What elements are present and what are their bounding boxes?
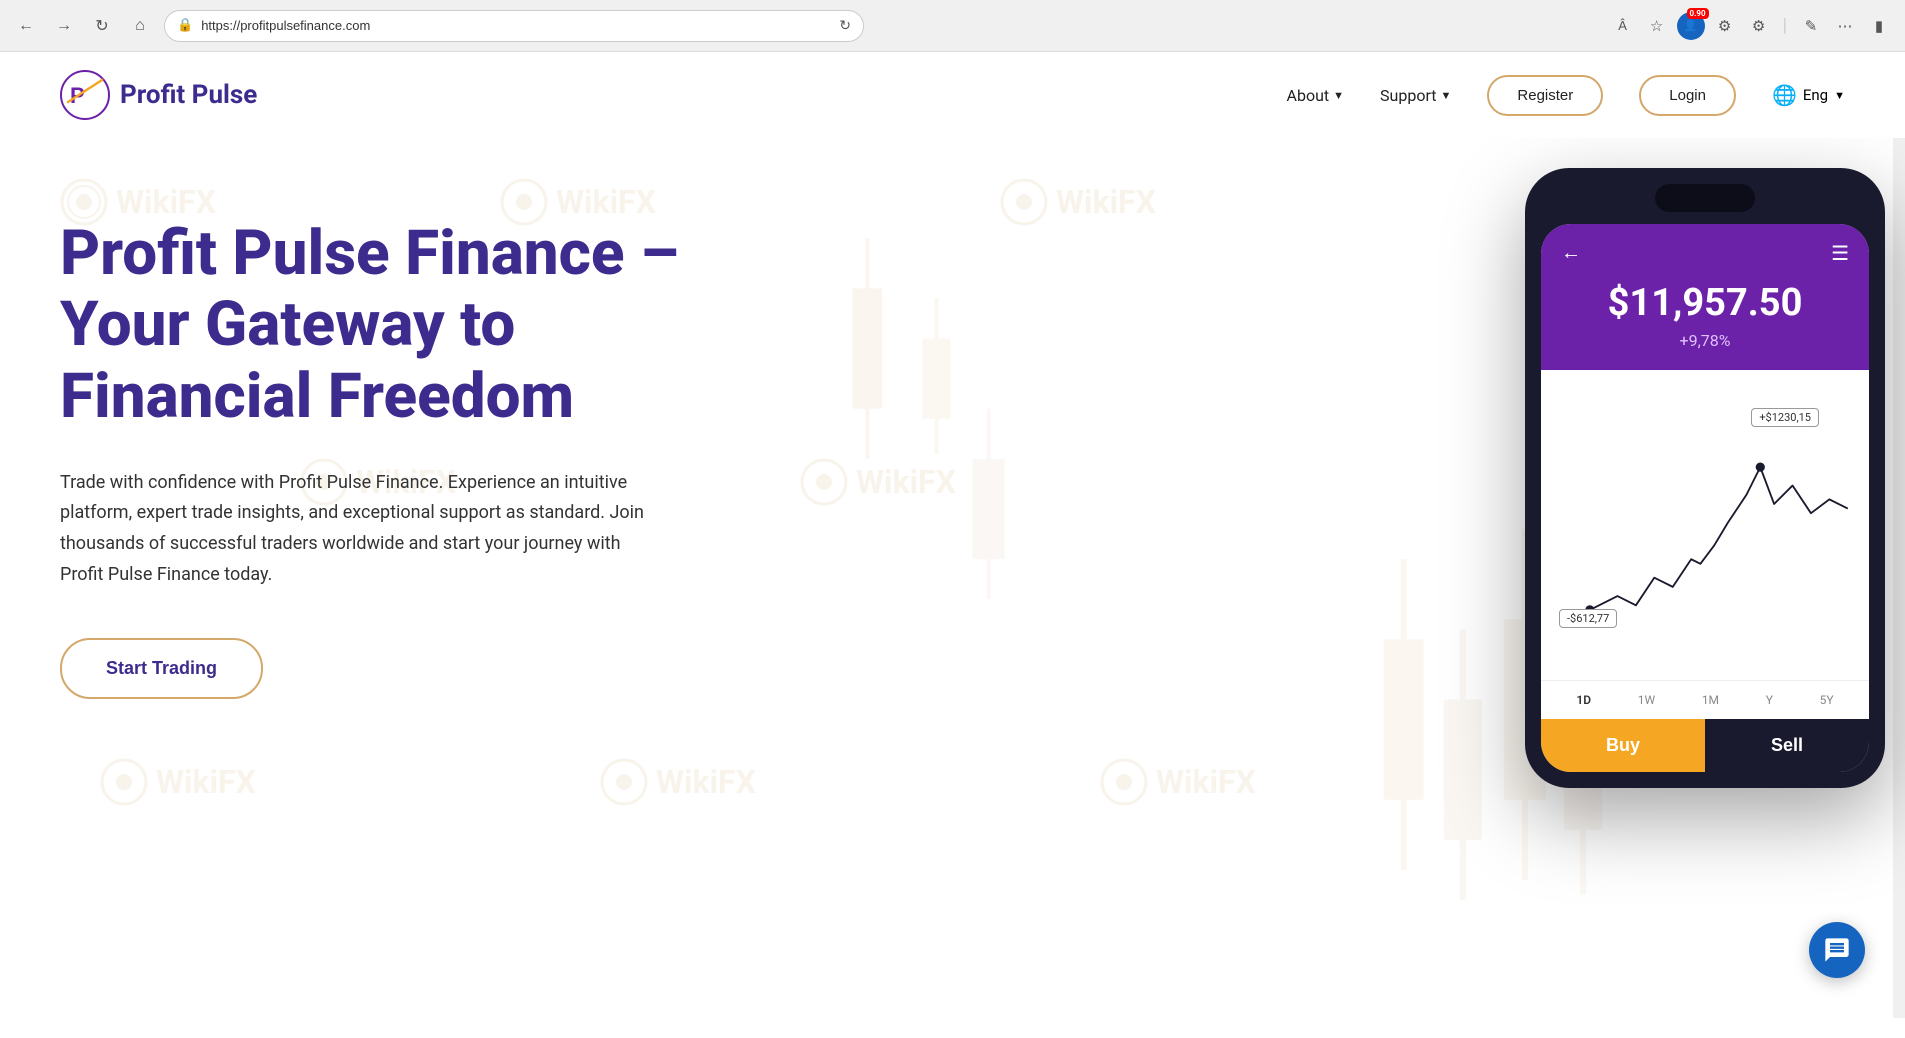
website-wrapper: P Profit Pulse About ▼ Support ▼ Registe… bbox=[0, 52, 1905, 1038]
navbar: P Profit Pulse About ▼ Support ▼ Registe… bbox=[0, 52, 1905, 138]
language-selector[interactable]: 🌐 Eng ▼ bbox=[1772, 83, 1845, 107]
phone-buy-button[interactable]: Buy bbox=[1541, 719, 1705, 772]
settings-button[interactable]: ⚙ bbox=[1745, 12, 1773, 40]
chat-widget[interactable] bbox=[1809, 922, 1865, 978]
logo-link[interactable]: P Profit Pulse bbox=[60, 70, 257, 120]
reader-mode-button[interactable]: Â bbox=[1609, 12, 1637, 40]
login-button[interactable]: Login bbox=[1639, 75, 1736, 116]
hero-description: Trade with confidence with Profit Pulse … bbox=[60, 468, 660, 590]
chart-high-dot bbox=[1756, 463, 1765, 472]
watermark-3: WikiFX bbox=[1000, 178, 1156, 226]
phone-change: +9,78% bbox=[1561, 331, 1849, 350]
watermark-5: WikiFX bbox=[800, 458, 956, 506]
language-label: Eng bbox=[1803, 86, 1828, 104]
chart-annotation-high: +$1230,15 bbox=[1751, 408, 1819, 427]
refresh-button[interactable]: ↻ bbox=[88, 12, 116, 40]
split-button[interactable]: ▮ bbox=[1865, 12, 1893, 40]
start-trading-button[interactable]: Start Trading bbox=[60, 638, 263, 699]
url-input[interactable] bbox=[201, 18, 831, 33]
browser-actions: Â ☆ 👤 0.90 ⚙ ⚙ | ✎ ⋯ ▮ bbox=[1609, 12, 1893, 40]
chart-annotation-low: -$612,77 bbox=[1559, 609, 1617, 628]
time-tab-1d[interactable]: 1D bbox=[1568, 689, 1599, 711]
address-bar[interactable]: 🔒 ↻ bbox=[164, 10, 864, 42]
watermark-7: WikiFX bbox=[600, 758, 756, 806]
profile-icon: 👤 bbox=[1684, 19, 1698, 32]
phone-sell-button[interactable]: Sell bbox=[1705, 719, 1869, 772]
support-dropdown-icon: ▼ bbox=[1441, 89, 1452, 102]
phone-back-button[interactable]: ← bbox=[1561, 240, 1581, 265]
watermark-6: WikiFX bbox=[100, 758, 256, 806]
about-label: About bbox=[1287, 86, 1330, 105]
hero-title: Profit Pulse Finance – Your Gateway to F… bbox=[60, 218, 740, 432]
phone-top-bar: ← ☰ bbox=[1561, 240, 1849, 265]
time-tab-1w[interactable]: 1W bbox=[1630, 689, 1663, 711]
about-dropdown-icon: ▼ bbox=[1333, 89, 1344, 102]
phone-header: ← ☰ $11,957.50 +9,78% bbox=[1541, 224, 1869, 370]
time-tab-1m[interactable]: 1M bbox=[1694, 689, 1727, 711]
notification-badge: 0.90 bbox=[1687, 8, 1709, 19]
home-button[interactable]: ⌂ bbox=[126, 12, 154, 40]
favorites-bar-button[interactable]: ✎ bbox=[1797, 12, 1825, 40]
phone-actions: Buy Sell bbox=[1541, 719, 1869, 772]
hero-section: WikiFX WikiFX WikiFX WikiFX WikiFX bbox=[0, 138, 1905, 1038]
separator: | bbox=[1783, 15, 1787, 36]
phone-time-tabs: 1D 1W 1M Y 5Y bbox=[1541, 680, 1869, 719]
lock-icon: 🔒 bbox=[177, 18, 193, 33]
globe-icon: 🌐 bbox=[1772, 83, 1797, 107]
browser-chrome: ← → ↻ ⌂ 🔒 ↻ Â ☆ 👤 0.90 ⚙ ⚙ | ✎ ⋯ ▮ bbox=[0, 0, 1905, 52]
phone-mockup: ← ☰ $11,957.50 +9,78% bbox=[1525, 168, 1885, 788]
about-nav-link[interactable]: About ▼ bbox=[1287, 86, 1345, 105]
support-nav-link[interactable]: Support ▼ bbox=[1380, 86, 1451, 105]
chat-icon bbox=[1823, 936, 1851, 964]
scrollbar[interactable] bbox=[1893, 52, 1905, 1018]
more-button[interactable]: ⋯ bbox=[1831, 12, 1859, 40]
reload-icon: ↻ bbox=[839, 18, 851, 34]
back-button[interactable]: ← bbox=[12, 12, 40, 40]
profile-badge[interactable]: 👤 0.90 bbox=[1677, 12, 1705, 40]
logo-text: Profit Pulse bbox=[120, 80, 257, 110]
register-button[interactable]: Register bbox=[1487, 75, 1603, 116]
extensions-button[interactable]: ⚙ bbox=[1711, 12, 1739, 40]
nav-links: About ▼ Support ▼ Register Login 🌐 Eng ▼ bbox=[1287, 75, 1845, 116]
favorites-button[interactable]: ☆ bbox=[1643, 12, 1671, 40]
time-tab-5y[interactable]: 5Y bbox=[1812, 689, 1842, 711]
forward-button[interactable]: → bbox=[50, 12, 78, 40]
phone-screen: ← ☰ $11,957.50 +9,78% bbox=[1541, 224, 1869, 772]
language-dropdown-icon: ▼ bbox=[1834, 89, 1845, 102]
hero-content: Profit Pulse Finance – Your Gateway to F… bbox=[60, 178, 740, 699]
logo-icon: P bbox=[60, 70, 110, 120]
time-tab-y[interactable]: Y bbox=[1758, 689, 1781, 711]
support-label: Support bbox=[1380, 86, 1436, 105]
phone-frame: ← ☰ $11,957.50 +9,78% bbox=[1525, 168, 1885, 788]
phone-menu-button[interactable]: ☰ bbox=[1831, 241, 1849, 265]
phone-balance: $11,957.50 bbox=[1561, 281, 1849, 325]
phone-chart: +$1230,15 -$612,77 bbox=[1541, 370, 1869, 680]
watermark-8: WikiFX bbox=[1100, 758, 1256, 806]
phone-notch bbox=[1655, 184, 1755, 212]
